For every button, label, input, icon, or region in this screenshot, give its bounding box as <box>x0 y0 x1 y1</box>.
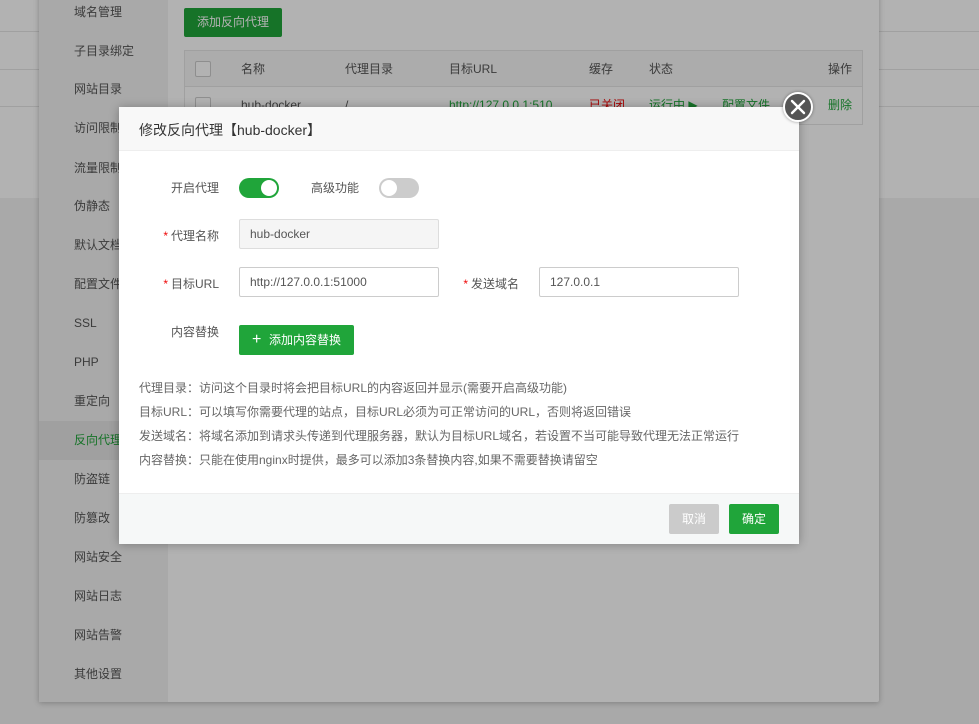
add-content-replace-label: 添加内容替换 <box>269 333 342 347</box>
help-content-replace: 内容替换：只能在使用nginx时提供，最多可以添加3条替换内容,如果不需要替换请… <box>139 453 598 467</box>
plus-icon: + <box>252 331 262 348</box>
send-domain-input[interactable] <box>539 267 739 297</box>
close-button[interactable] <box>783 92 813 122</box>
toggle-knob <box>381 180 397 196</box>
cancel-button[interactable]: 取消 <box>669 504 719 534</box>
help-target-url: 目标URL：可以填写你需要代理的站点，目标URL必须为可正常访问的URL，否则将… <box>139 405 632 419</box>
confirm-button[interactable]: 确定 <box>729 504 779 534</box>
help-proxy-dir: 代理目录：访问这个目录时将会把目标URL的内容返回并显示(需要开启高级功能) <box>139 381 568 395</box>
dialog-title-bar: 修改反向代理【hub-docker】 <box>119 107 799 151</box>
proxy-name-label-text: 代理名称 <box>170 229 219 243</box>
toggle-knob <box>261 180 277 196</box>
proxy-name-input[interactable] <box>239 219 439 249</box>
enable-proxy-toggle[interactable] <box>239 178 279 198</box>
dialog-footer: 取消 确定 <box>119 493 799 544</box>
edit-proxy-dialog: 修改反向代理【hub-docker】 开启代理 高级功能 *代理名称 *目标UR… <box>119 92 813 544</box>
add-content-replace-button[interactable]: + 添加内容替换 <box>239 325 354 355</box>
send-domain-label-text: 发送域名 <box>470 277 519 291</box>
proxy-name-label: * 代理名称 <box>139 228 219 244</box>
target-url-input[interactable] <box>239 267 439 297</box>
advanced-toggle[interactable] <box>379 178 419 198</box>
required-mark: * <box>463 277 468 291</box>
enable-proxy-label: 开启代理 <box>170 181 219 195</box>
required-mark: * <box>163 277 168 291</box>
send-domain-label: * 发送域名 <box>439 276 519 292</box>
target-url-label-text: 目标URL <box>170 277 219 291</box>
advanced-label: 高级功能 <box>310 181 359 195</box>
required-mark: * <box>163 229 168 243</box>
dialog-title: 修改反向代理【hub-docker】 <box>139 122 322 138</box>
content-replace-label: 内容替换 <box>170 325 219 339</box>
help-send-domain: 发送域名：将域名添加到请求头传递到代理服务器，默认为目标URL域名，若设置不当可… <box>139 429 740 443</box>
close-icon <box>790 99 806 115</box>
target-url-label: * 目标URL <box>139 276 219 292</box>
